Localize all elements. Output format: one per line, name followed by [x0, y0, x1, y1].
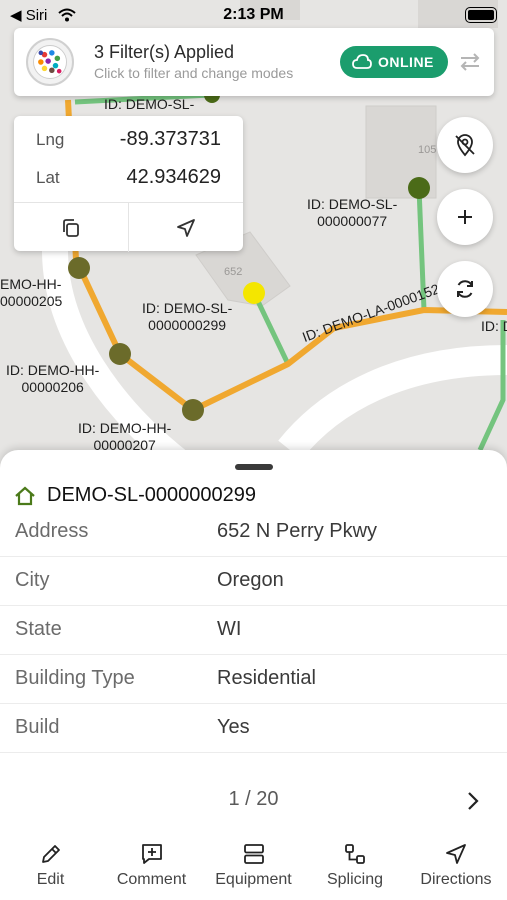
cloud-icon	[352, 54, 372, 69]
refresh-button[interactable]	[437, 261, 493, 317]
attribute-row-city: City Oregon	[0, 557, 507, 606]
coordinate-actions	[14, 202, 243, 252]
filter-title: 3 Filter(s) Applied	[94, 42, 235, 62]
details-sheet: DEMO-SL-0000000299 Address 652 N Perry P…	[0, 450, 507, 900]
attribute-value: WI	[217, 618, 242, 640]
map-building-number-105: 105	[418, 144, 437, 156]
attribute-row-building-type: Building Type Residential	[0, 655, 507, 704]
map-label-hh-205: EMO-HH- 00000205	[0, 276, 63, 309]
splicing-label: Splicing	[326, 871, 384, 888]
lng-label: Lng	[36, 130, 65, 149]
comment-plus-icon	[142, 844, 162, 864]
coordinate-card: Lng -89.373731 Lat 42.934629	[14, 116, 243, 252]
attribute-value: Yes	[217, 716, 250, 738]
map-label-sl-top: ID: DEMO-SL-	[104, 96, 195, 112]
server-icon	[244, 844, 264, 864]
online-status-button[interactable]: ONLINE	[340, 46, 448, 78]
attribute-label: State	[15, 618, 62, 640]
attribute-value: Oregon	[217, 569, 284, 591]
chevron-right-icon[interactable]	[462, 790, 484, 812]
map-node-sl-077[interactable]	[408, 177, 430, 199]
location-off-button[interactable]	[437, 117, 493, 173]
comment-button[interactable]: Comment	[101, 838, 202, 900]
battery-icon	[465, 7, 497, 23]
navigation-arrow-icon	[446, 844, 466, 864]
lat-value: 42.934629	[126, 166, 221, 188]
lat-label: Lat	[36, 168, 60, 187]
equipment-label: Equipment	[215, 871, 292, 888]
status-time: 2:13 PM	[223, 6, 284, 23]
map-label-sl-077: ID: DEMO-SL- 000000077	[307, 196, 398, 229]
map-label-sl-299: ID: DEMO-SL- 0000000299	[142, 300, 233, 333]
map-node-hh-206[interactable]	[109, 343, 131, 365]
lat-row: Lat 42.934629	[14, 158, 243, 198]
comment-label: Comment	[116, 871, 187, 888]
plus-icon	[458, 210, 472, 224]
filter-subtitle: Click to filter and change modes	[94, 65, 294, 81]
equipment-button[interactable]: Equipment	[202, 838, 305, 900]
edit-label: Edit	[36, 871, 65, 888]
home-icon	[15, 486, 35, 506]
attribute-label: City	[15, 569, 50, 591]
attribute-value: 652 N Perry Pkwy	[217, 520, 378, 542]
filter-bar[interactable]: 3 Filter(s) Applied Click to filter and …	[14, 28, 494, 96]
app-logo-icon	[26, 38, 74, 86]
directions-button[interactable]: Directions	[405, 838, 507, 900]
pager: 1 / 20	[0, 786, 507, 816]
attribute-label: Building Type	[15, 667, 135, 689]
map-building-number-652: 652	[224, 266, 243, 278]
map-label-d: ID: D	[481, 318, 507, 334]
zoom-in-button[interactable]	[437, 189, 493, 245]
map-label-hh-207: ID: DEMO-HH- 00000207	[78, 420, 172, 453]
map-node-hh-205[interactable]	[68, 257, 90, 279]
page-indicator: 1 / 20	[228, 788, 279, 810]
lng-row: Lng -89.373731	[14, 120, 243, 160]
directions-label: Directions	[420, 871, 492, 888]
location-off-icon	[455, 134, 475, 157]
refresh-icon	[457, 280, 473, 298]
attribute-label: Address	[15, 520, 89, 542]
navigation-arrow-icon	[177, 219, 195, 237]
edit-button[interactable]: Edit	[0, 838, 101, 900]
pencil-icon	[42, 845, 60, 863]
copy-icon	[63, 219, 79, 237]
navigate-to-coordinates-button[interactable]	[129, 203, 243, 252]
swap-arrows-icon[interactable]	[458, 50, 482, 74]
lng-value: -89.373731	[119, 128, 221, 150]
map-node-selected-sl-299[interactable]	[243, 282, 265, 304]
sheet-grabber[interactable]	[235, 464, 273, 470]
status-bar: ◀ Siri 2:13 PM	[0, 0, 507, 30]
action-toolbar: Edit Comment Equipment Splicing Directio…	[0, 838, 507, 900]
splice-icon	[345, 844, 365, 864]
attribute-label: Build	[15, 716, 60, 738]
online-label: ONLINE	[378, 54, 434, 70]
map-label-hh-206: ID: DEMO-HH- 00000206	[6, 362, 100, 395]
attribute-row-address: Address 652 N Perry Pkwy	[0, 508, 507, 557]
attribute-row-state: State WI	[0, 606, 507, 655]
map-node-hh-207[interactable]	[182, 399, 204, 421]
attribute-value: Residential	[217, 667, 316, 689]
splicing-button[interactable]: Splicing	[305, 838, 405, 900]
copy-coordinates-button[interactable]	[14, 203, 128, 252]
attribute-row-build: Build Yes	[0, 704, 507, 753]
structure-id: DEMO-SL-0000000299	[47, 484, 257, 506]
